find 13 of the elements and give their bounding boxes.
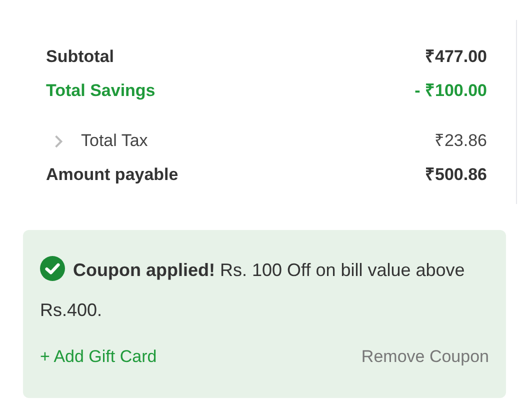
summary-value: ₹477.00 [425, 46, 487, 68]
summary-value: ₹23.86 [434, 130, 487, 152]
summary-label: Total Savings [46, 80, 156, 102]
summary-label: Total Tax [81, 130, 148, 152]
summary-value: - ₹100.00 [414, 80, 487, 102]
summary-label: Subtotal [46, 46, 114, 68]
remove-coupon-link[interactable]: Remove Coupon [361, 344, 489, 370]
summary-label: Amount payable [46, 164, 178, 186]
coupon-message: Coupon applied! Rs. 100 Off on bill value above Rs.400. [40, 250, 470, 330]
summary-value: ₹500.86 [425, 164, 487, 186]
check-circle-icon [40, 256, 65, 281]
add-gift-card-link[interactable]: + Add Gift Card [40, 344, 157, 370]
chevron-icon[interactable] [54, 134, 63, 148]
